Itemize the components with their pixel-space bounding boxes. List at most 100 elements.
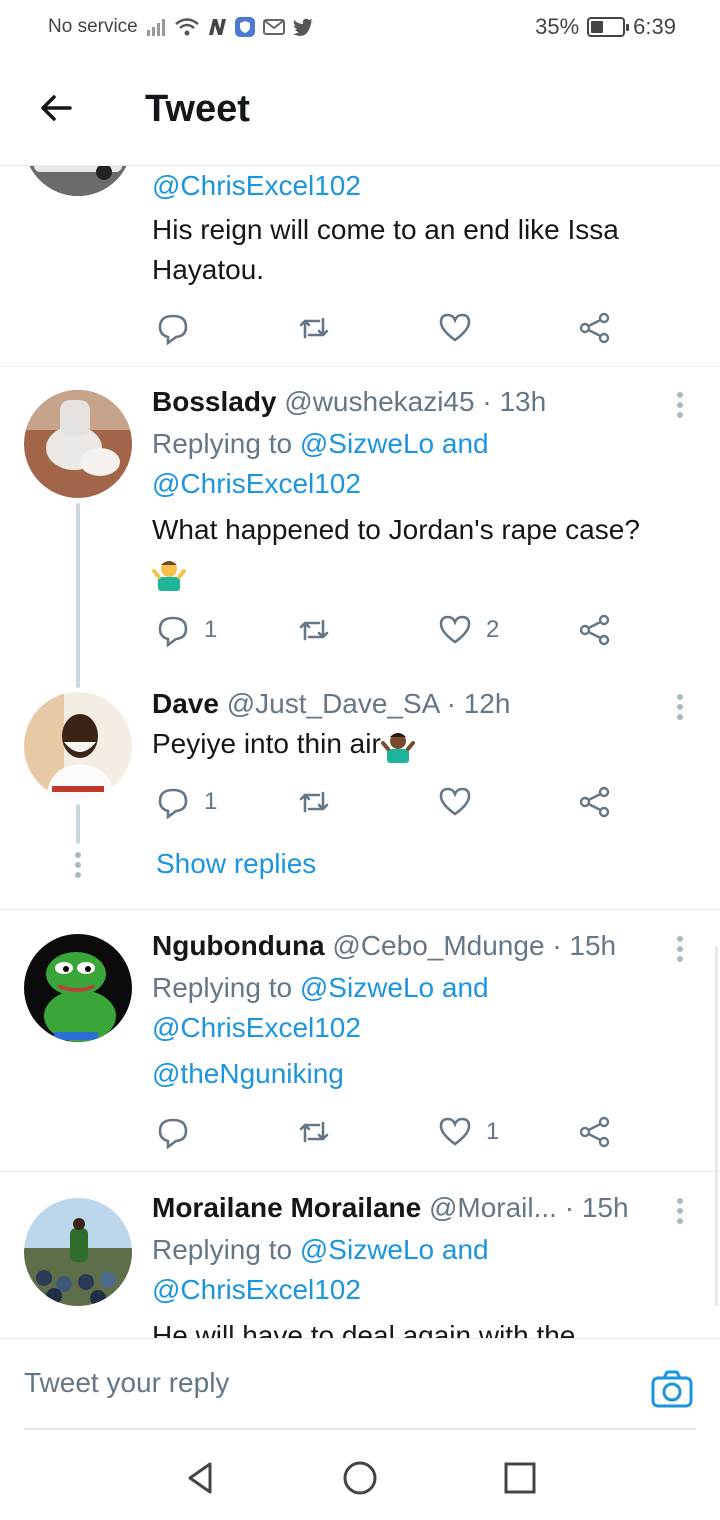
like-count: 2 [486, 616, 500, 643]
man-shrugging-emoji [152, 560, 186, 591]
reply-underline [24, 1428, 696, 1430]
retweet-button[interactable] [297, 610, 331, 650]
show-replies-link[interactable]: Show replies [156, 844, 316, 884]
display-name[interactable]: Ngubonduna [152, 930, 325, 961]
mention-line[interactable]: @ChrisExcel102 [152, 166, 361, 206]
heart-icon [439, 787, 471, 816]
avatar[interactable] [24, 390, 132, 498]
status-bar: No service 35% 6:39 [0, 0, 720, 56]
display-name[interactable]: Morailane Morailane [152, 1192, 421, 1223]
display-name[interactable]: Dave [152, 688, 219, 719]
tweet-header: Dave @Just_Dave_SA · 12h [152, 684, 510, 724]
avatar[interactable] [24, 934, 132, 1042]
reply-icon [158, 314, 188, 345]
app-header: Tweet [0, 56, 720, 166]
user-handle[interactable]: @Morail... [429, 1192, 557, 1223]
tweet-time: · 13h [482, 386, 547, 417]
more-options-icon[interactable] [676, 392, 684, 422]
heart-icon [439, 615, 471, 644]
replying-to-link[interactable]: @ChrisExcel102 [152, 464, 361, 504]
share-icon [579, 1116, 610, 1148]
tweet-time: · 12h [446, 688, 511, 719]
arrow-left-icon[interactable] [36, 88, 76, 128]
battery-percent: 35% [535, 14, 580, 39]
nav-back-icon[interactable] [182, 1460, 218, 1496]
tweet-text: What happened to Jordan's rape case? [152, 514, 640, 545]
replying-to: Replying to @SizweLo and [152, 968, 489, 1008]
replying-to-link[interactable]: @SizweLo and [300, 428, 489, 459]
like-button[interactable]: 2 [438, 610, 499, 650]
scrollbar[interactable] [715, 946, 718, 1306]
reply-composer[interactable]: Tweet your reply [0, 1338, 720, 1430]
replying-prefix: Replying to [152, 972, 293, 1003]
reply-button[interactable]: 1 [156, 782, 217, 822]
avatar[interactable] [24, 166, 132, 196]
retweet-icon [299, 791, 329, 813]
wifi-icon [174, 18, 199, 36]
tweet-text[interactable]: @theNguniking [152, 1054, 344, 1094]
reply-button[interactable] [156, 1112, 204, 1152]
display-name[interactable]: Bosslady [152, 386, 277, 417]
reply-count: 1 [204, 616, 218, 643]
like-button[interactable] [438, 782, 486, 822]
more-options-icon[interactable] [676, 694, 684, 724]
replying-to: Replying to @SizweLo and [152, 1230, 489, 1270]
reply-icon [158, 1118, 188, 1149]
nav-recents-icon[interactable] [502, 1460, 538, 1496]
heart-icon [439, 1117, 471, 1146]
share-button[interactable] [578, 610, 612, 650]
page-title: Tweet [145, 88, 250, 130]
divider [0, 366, 720, 367]
tweet-text-line: His reign will come to an end like Issa [152, 214, 619, 245]
replying-to-link[interactable]: @ChrisExcel102 [152, 1008, 361, 1048]
replying-to-link[interactable]: @SizweLo and [300, 1234, 489, 1265]
avatar[interactable] [24, 1198, 132, 1306]
more-options-icon[interactable] [676, 1198, 684, 1228]
reply-button[interactable]: 1 [156, 610, 217, 650]
like-button[interactable]: 1 [438, 1112, 499, 1152]
divider [0, 909, 720, 910]
tweet-actions: 1 2 [152, 610, 622, 650]
tweet-time: · 15h [564, 1192, 629, 1223]
retweet-icon [299, 619, 329, 641]
battery-icon [587, 17, 630, 37]
share-button[interactable] [578, 308, 612, 348]
tweet-text: He will have to deal again with the [152, 1320, 576, 1338]
user-handle[interactable]: @wushekazi45 [284, 386, 474, 417]
tweet-text-line: Hayatou. [152, 254, 265, 285]
like-button[interactable] [438, 308, 486, 348]
replying-prefix: Replying to [152, 1234, 293, 1265]
tweet-actions: 1 [152, 782, 622, 822]
retweet-button[interactable] [297, 782, 331, 822]
retweet-icon [299, 317, 329, 339]
retweet-button[interactable] [297, 308, 331, 348]
tweet-actions [152, 308, 622, 348]
replying-to-link[interactable]: @SizweLo and [300, 972, 489, 1003]
reply-input[interactable]: Tweet your reply [24, 1367, 229, 1399]
nav-home-icon[interactable] [342, 1460, 378, 1496]
share-button[interactable] [578, 1112, 612, 1152]
tweet-header: Morailane Morailane @Morail... · 15h [152, 1188, 629, 1228]
share-icon [579, 312, 610, 344]
more-options-icon[interactable] [676, 936, 684, 966]
twitter-icon [292, 18, 313, 36]
share-button[interactable] [578, 782, 612, 822]
retweet-button[interactable] [297, 1112, 331, 1152]
reply-button[interactable] [156, 308, 204, 348]
user-handle[interactable]: @Cebo_Mdunge [332, 930, 544, 961]
retweet-icon [299, 1121, 329, 1143]
divider [0, 1171, 720, 1172]
replying-to-link[interactable]: @ChrisExcel102 [152, 1270, 361, 1310]
share-icon [579, 786, 610, 818]
tweet-header: Ngubonduna @Cebo_Mdunge · 15h [152, 926, 616, 966]
camera-icon[interactable] [650, 1369, 694, 1409]
thread-dots-icon [74, 852, 82, 882]
avatar[interactable] [24, 692, 132, 800]
tweet-header: Bosslady @wushekazi45 · 13h [152, 382, 546, 422]
system-nav-bar [0, 1432, 720, 1520]
thread-line [76, 503, 80, 688]
thread-line [76, 804, 80, 844]
replying-prefix: Replying to [152, 428, 293, 459]
tweet-feed[interactable]: @ChrisExcel102 His reign will come to an… [0, 166, 720, 1338]
user-handle[interactable]: @Just_Dave_SA [227, 688, 439, 719]
